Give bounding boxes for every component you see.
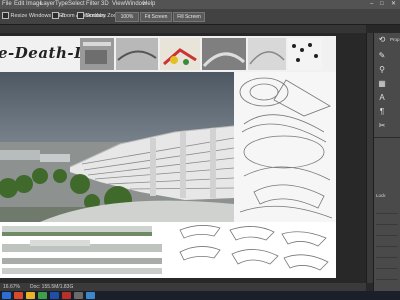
menu-type[interactable]: Type xyxy=(55,0,68,9)
zoom-level[interactable]: 16.67% xyxy=(3,283,20,291)
swatch-icon[interactable]: ▦ xyxy=(377,79,387,89)
taskbar xyxy=(0,291,400,300)
photoshop-icon[interactable] xyxy=(50,292,59,299)
app-icon-2[interactable] xyxy=(38,292,47,299)
thumb-dots-6 xyxy=(288,38,322,70)
stamp-icon[interactable]: ⚲ xyxy=(377,65,387,75)
close-button[interactable]: ✕ xyxy=(391,0,396,9)
elevation-2-building xyxy=(30,240,90,246)
thumb-dot-d xyxy=(314,54,318,58)
thumb-color-3-green xyxy=(183,59,189,65)
layer-row[interactable] xyxy=(376,247,398,258)
layer-row[interactable] xyxy=(376,214,398,225)
distant-buildings-2 xyxy=(40,154,70,162)
type-icon[interactable]: A xyxy=(377,93,387,103)
start-icon[interactable] xyxy=(2,292,11,299)
layer-row[interactable] xyxy=(376,203,398,214)
distant-buildings xyxy=(0,150,40,160)
thumb-dot-b xyxy=(300,48,304,52)
menu-3d[interactable]: 3D xyxy=(101,0,109,9)
maximize-button[interactable]: □ xyxy=(380,0,384,9)
right-panel: ⟲ Prop ✎ ⚲ ▦ A ¶ ✂ Lock xyxy=(373,33,400,291)
layer-row[interactable] xyxy=(376,269,398,280)
folder-icon[interactable] xyxy=(26,292,35,299)
zoom-all-checkbox[interactable] xyxy=(52,12,59,20)
app-icon-5[interactable] xyxy=(86,292,95,299)
fill-screen-button[interactable]: Fill Screen xyxy=(173,12,205,22)
app-icon-3[interactable] xyxy=(62,292,71,299)
menu-view[interactable]: View xyxy=(112,0,125,9)
fit-screen-button[interactable]: Fit Screen xyxy=(140,12,172,22)
menu-bar: File Edit Image Layer Type Select Filter… xyxy=(0,0,400,9)
plans xyxy=(170,222,336,278)
thumb-dot-a xyxy=(292,44,296,48)
elevation-1-trees xyxy=(2,232,152,236)
app-icon-1[interactable] xyxy=(14,292,23,299)
main-rendering xyxy=(0,72,234,222)
layers-lock-label: Lock xyxy=(376,193,386,198)
document-size: Doc: 155.5M/1.83G xyxy=(30,284,74,290)
thumb-sketch-1-line xyxy=(83,42,111,46)
thumb-dot-e xyxy=(296,58,300,62)
elevations xyxy=(0,222,170,278)
plans-bg xyxy=(170,222,336,278)
resize-checkbox[interactable] xyxy=(2,12,9,20)
document-canvas[interactable]: e-Death-Life xyxy=(0,36,336,278)
sketches-panel xyxy=(234,72,336,222)
paragraph-icon[interactable]: ¶ xyxy=(377,107,387,117)
elevation-3 xyxy=(2,258,162,264)
brush-icon[interactable]: ✎ xyxy=(377,51,387,61)
menu-select[interactable]: Select xyxy=(68,0,85,9)
layer-row[interactable] xyxy=(376,236,398,247)
thumb-plan-5 xyxy=(248,38,286,70)
thumb-dot-c xyxy=(308,43,312,47)
menu-filter[interactable]: Filter xyxy=(86,0,99,9)
menu-file[interactable]: File xyxy=(2,0,12,9)
sketches-bg xyxy=(234,72,336,222)
elevation-4 xyxy=(2,268,162,274)
options-bar: Resize Windows to Fit Zoom All Windows S… xyxy=(0,9,400,25)
zoom-100-button[interactable]: 100% xyxy=(115,12,139,22)
layers-list[interactable] xyxy=(376,203,398,287)
menu-layer[interactable]: Layer xyxy=(40,0,55,9)
scrubby-checkbox[interactable] xyxy=(77,12,84,20)
menu-edit[interactable]: Edit xyxy=(14,0,24,9)
thumb-color-3-yellow xyxy=(170,56,178,64)
thumb-color-3 xyxy=(160,38,200,70)
thumbnail-strip xyxy=(80,38,322,70)
layer-row[interactable] xyxy=(376,258,398,269)
tools-icon[interactable]: ✂ xyxy=(377,121,387,131)
thumb-sketch-1-block xyxy=(85,50,107,64)
status-bar: 16.67% Doc: 155.5M/1.83G xyxy=(0,283,366,291)
thumb-building-2 xyxy=(116,38,158,70)
history-icon[interactable]: ⟲ xyxy=(377,35,387,45)
app-icon-4[interactable] xyxy=(74,292,83,299)
menu-help[interactable]: Help xyxy=(143,0,155,9)
minimize-button[interactable]: – xyxy=(370,0,373,9)
layer-row[interactable] xyxy=(376,225,398,236)
panel-divider xyxy=(374,137,400,138)
properties-label: Prop xyxy=(390,37,400,42)
